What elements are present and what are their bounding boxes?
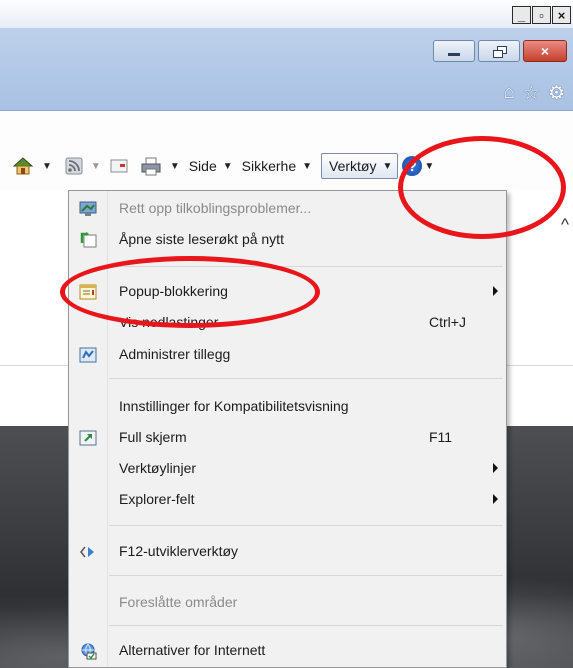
outer-restore-button[interactable]: ▫ xyxy=(532,6,551,24)
highlight-ring-popup-blocker xyxy=(60,256,320,328)
browser-minimize-button[interactable] xyxy=(433,40,475,62)
menu-item-internet-options[interactable]: Alternativer for Internett xyxy=(69,637,506,665)
full-screen-icon xyxy=(79,430,97,446)
network-diagnose-icon xyxy=(79,201,97,216)
gear-icon[interactable]: ⚙ xyxy=(548,82,565,105)
scroll-up-chevron-icon[interactable]: ^ xyxy=(561,215,569,235)
browser-window-controls: × xyxy=(430,40,567,62)
menu-item-toolbars[interactable]: Verktøylinjer xyxy=(69,455,506,483)
manage-addons-icon xyxy=(79,347,97,363)
outer-window-controls: _ ▫ × xyxy=(511,6,571,24)
menu-item-label: Innstillinger for Kompatibilitetsvisning xyxy=(119,398,349,414)
submenu-arrow-icon xyxy=(493,286,498,296)
tools-menu-button[interactable]: Verktøy ▼ xyxy=(321,153,399,179)
page-dropdown-arrow[interactable]: ▼ xyxy=(223,161,233,172)
page-menu-button[interactable]: Side xyxy=(189,158,217,174)
menu-item-suggested-sites[interactable]: Foreslåtte områder xyxy=(69,589,506,617)
print-button[interactable] xyxy=(140,156,162,176)
read-mail-button[interactable] xyxy=(110,158,128,174)
tools-menu-label: Verktøy xyxy=(329,158,377,174)
home-button[interactable] xyxy=(12,156,34,176)
menu-item-label: Alternativer for Internett xyxy=(119,642,266,658)
menu-separator xyxy=(109,575,503,576)
print-dropdown-arrow[interactable]: ▼ xyxy=(170,161,180,172)
menu-item-full-screen[interactable]: Full skjerm F11 xyxy=(69,424,506,452)
highlight-ring-tools-button xyxy=(398,136,566,239)
browser-corner-icons: ⌂ ☆ ⚙ xyxy=(503,82,565,105)
feeds-button[interactable] xyxy=(65,157,83,175)
restore-icon xyxy=(493,46,507,58)
outer-title-bar: _ ▫ × xyxy=(0,0,573,28)
rss-icon xyxy=(65,157,83,175)
printer-icon xyxy=(141,157,161,176)
reopen-session-icon xyxy=(80,232,97,248)
outer-close-button[interactable]: × xyxy=(552,6,571,24)
menu-item-manage-addons[interactable]: Administrer tillegg xyxy=(69,341,506,369)
safety-dropdown-arrow[interactable]: ▼ xyxy=(302,161,312,172)
menu-item-f12-developer-tools[interactable]: F12-utviklerverktøy xyxy=(69,538,506,566)
minimize-icon xyxy=(448,52,460,56)
menu-item-label: Åpne siste leserøkt på nytt xyxy=(119,231,284,247)
developer-tools-icon xyxy=(80,546,94,558)
tools-dropdown-arrow: ▼ xyxy=(382,160,393,172)
menu-separator xyxy=(109,625,503,626)
menu-item-shortcut: F11 xyxy=(429,429,453,445)
menu-item-label: Administrer tillegg xyxy=(119,346,231,362)
menu-item-label: Verktøylinjer xyxy=(119,460,197,476)
submenu-arrow-icon xyxy=(493,494,498,504)
internet-options-icon xyxy=(81,643,97,660)
browser-restore-button[interactable] xyxy=(478,40,520,62)
menu-item-label: Explorer-felt xyxy=(119,491,195,507)
favorites-star-icon[interactable]: ☆ xyxy=(523,82,540,105)
feeds-dropdown-arrow[interactable]: ▼ xyxy=(91,161,101,172)
menu-item-label: F12-utviklerverktøy xyxy=(119,543,239,559)
mail-icon xyxy=(110,159,128,173)
safety-menu-button[interactable]: Sikkerhe xyxy=(242,158,296,174)
menu-separator xyxy=(109,525,503,526)
browser-window-frame: × ⌂ ☆ ⚙ xyxy=(0,28,573,111)
menu-item-explorer-bars[interactable]: Explorer-felt xyxy=(69,486,506,514)
command-bar-row: ▼ ▼ ▼ Side ▼ Sikkerhe ▼ Verktøy ▼ ? ▼ xyxy=(0,151,439,181)
home-icon[interactable]: ⌂ xyxy=(503,82,514,105)
menu-separator xyxy=(109,378,503,379)
menu-item-shortcut: Ctrl+J xyxy=(429,314,466,330)
home-icon xyxy=(12,157,34,175)
menu-item-compatibility-settings[interactable]: Innstillinger for Kompatibilitetsvisning xyxy=(69,393,506,421)
home-dropdown-arrow[interactable]: ▼ xyxy=(42,161,52,172)
close-icon: × xyxy=(540,43,550,59)
submenu-arrow-icon xyxy=(493,463,498,473)
menu-item-label: Full skjerm xyxy=(119,429,187,445)
menu-item-label: Rett opp tilkoblingsproblemer... xyxy=(119,200,312,216)
browser-close-button[interactable]: × xyxy=(523,40,567,62)
outer-minimize-button[interactable]: _ xyxy=(512,6,531,24)
menu-item-label: Foreslåtte områder xyxy=(119,594,238,610)
